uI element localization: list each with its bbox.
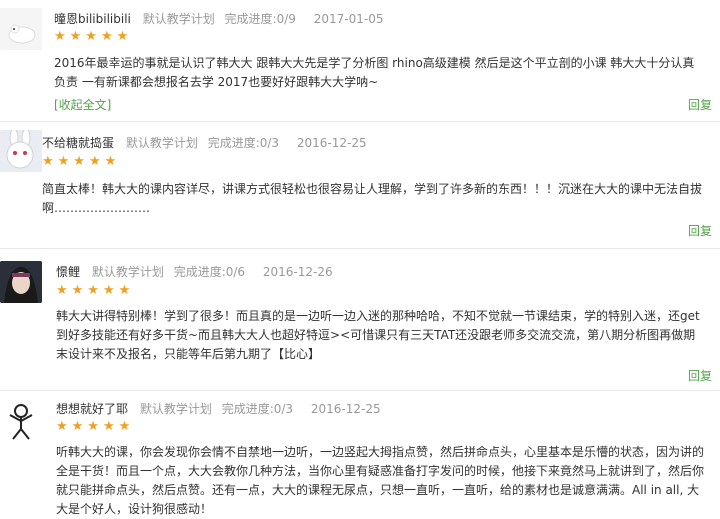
review-header: 不给糖就捣蛋 默认教学计划 完成进度:0/3 2016-12-25 — [42, 134, 367, 151]
avatar-image — [0, 8, 42, 50]
plan-label: 默认教学计划 — [125, 136, 198, 150]
review-date: 2016-12-25 — [296, 136, 367, 150]
progress-label: 完成进度:0/9 — [224, 12, 296, 26]
username[interactable]: 曈恩bilibilibili — [54, 12, 131, 26]
username[interactable]: 想想就好了耶 — [56, 402, 128, 416]
plan-label: 默认教学计划 — [142, 12, 215, 26]
review-date: 2017-01-05 — [313, 12, 384, 26]
review-item: 不给糖就捣蛋 默认教学计划 完成进度:0/3 2016-12-25 ★★★★★ … — [0, 122, 720, 247]
avatar-image — [0, 130, 42, 172]
reply-button[interactable]: 回复 — [688, 367, 712, 384]
avatar[interactable] — [0, 8, 42, 50]
avatar[interactable] — [0, 130, 42, 172]
review-text: 韩大大讲得特别棒！学到了很多！而且真的是一边听一边入迷的那种哈哈，不知不觉就一节… — [56, 309, 700, 361]
username[interactable]: 憬鲤 — [56, 265, 80, 279]
progress-label: 完成进度:0/3 — [221, 402, 294, 416]
review-header: 憬鲤 默认教学计划 完成进度:0/6 2016-12-26 — [56, 263, 333, 280]
avatar[interactable] — [0, 399, 42, 441]
progress-label: 完成进度:0/6 — [173, 265, 246, 279]
review-text: 2016年最幸运的事就是认识了韩大大 跟韩大大先是学了分析图 rhino高级建模… — [54, 56, 695, 89]
review-item: 憬鲤 默认教学计划 完成进度:0/6 2016-12-26 ★★★★★ 韩大大讲… — [0, 249, 720, 389]
review-header: 曈恩bilibilibili 默认教学计划 完成进度:0/9 2017-01-0… — [54, 10, 383, 27]
collapse-link[interactable]: [收起全文] — [54, 96, 111, 113]
avatar-image — [0, 261, 42, 303]
reply-button[interactable]: 回复 — [688, 222, 712, 239]
star-rating: ★★★★★ — [56, 419, 135, 434]
star-rating: ★★★★★ — [56, 283, 135, 298]
reply-button[interactable]: 回复 — [688, 96, 712, 113]
username[interactable]: 不给糖就捣蛋 — [42, 136, 114, 150]
progress-label: 完成进度:0/3 — [207, 136, 280, 150]
avatar[interactable] — [0, 261, 42, 303]
avatar-image — [0, 399, 42, 441]
review-item: 曈恩bilibilibili 默认教学计划 完成进度:0/9 2017-01-0… — [0, 0, 720, 120]
plan-label: 默认教学计划 — [139, 402, 212, 416]
star-rating: ★★★★★ — [54, 29, 133, 44]
review-text: 简直太棒！韩大大的课内容详尽，讲课方式很轻松也很容易让人理解，学到了许多新的东西… — [42, 182, 703, 215]
review-date: 2016-12-25 — [310, 402, 381, 416]
review-date: 2016-12-26 — [262, 265, 333, 279]
star-rating: ★★★★★ — [42, 154, 121, 169]
plan-label: 默认教学计划 — [91, 265, 164, 279]
review-text: 听韩大大的课，你会发现你会情不自禁地一边听，一边竖起大拇指点赞，然后拼命点头，心… — [56, 445, 705, 516]
review-header: 想想就好了耶 默认教学计划 完成进度:0/3 2016-12-25 — [56, 400, 381, 417]
review-item: 想想就好了耶 默认教学计划 完成进度:0/3 2016-12-25 ★★★★★ … — [0, 391, 720, 516]
